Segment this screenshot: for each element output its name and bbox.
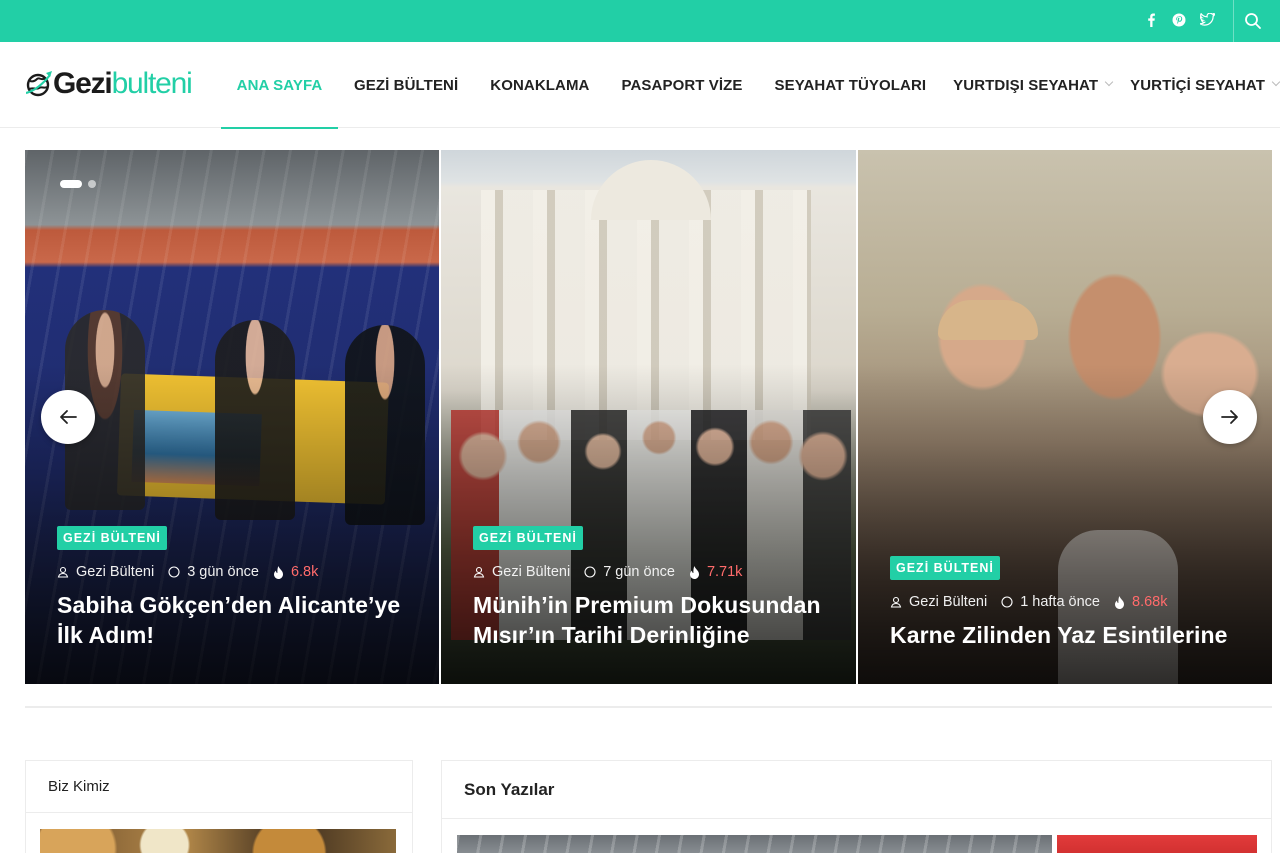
category-badge[interactable]: GEZİ BÜLTENİ <box>57 526 167 550</box>
pinterest-icon[interactable] <box>1165 13 1193 30</box>
site-header: Gezibulteni ANA SAYFA GEZİ BÜLTENİ KONAK… <box>0 42 1280 129</box>
user-icon <box>57 566 69 578</box>
post-meta: Gezi Bülteni 7 gün önce 7.71k <box>473 564 832 580</box>
nav-item-gezi-bulteni[interactable]: GEZİ BÜLTENİ <box>354 42 458 128</box>
about-widget: Biz Kimiz <box>25 760 413 853</box>
arrow-right-icon <box>1221 410 1238 424</box>
section-divider <box>25 706 1272 708</box>
main-nav: ANA SAYFA GEZİ BÜLTENİ KONAKLAMA PASAPOR… <box>221 42 1280 129</box>
nav-item-konaklama[interactable]: KONAKLAMA <box>490 42 589 128</box>
slider-next-button[interactable] <box>1203 390 1257 444</box>
clock-icon <box>168 566 180 578</box>
post-time: 3 gün önce <box>187 564 259 580</box>
arrow-left-icon <box>60 410 77 424</box>
slide-content: GEZİ BÜLTENİ Gezi Bülteni 7 gün önce 7.7… <box>473 526 832 650</box>
slider-dot[interactable] <box>88 180 96 188</box>
widget-title: Biz Kimiz <box>26 761 412 813</box>
slide-card[interactable]: GEZİ BÜLTENİ Gezi Bülteni 7 gün önce 7.7… <box>441 150 856 684</box>
search-icon[interactable] <box>1244 12 1262 30</box>
flame-icon <box>1115 595 1125 609</box>
post-meta: Gezi Bülteni 3 gün önce 6.8k <box>57 564 415 580</box>
slide-title[interactable]: Sabiha Gökçen’den Alicante’ye İlk Adım! <box>57 590 415 650</box>
clock-icon <box>584 566 596 578</box>
widget-title: Son Yazılar <box>442 761 1271 819</box>
about-image <box>40 829 396 853</box>
facebook-icon[interactable] <box>1137 13 1165 30</box>
clock-icon <box>1001 596 1013 608</box>
category-badge[interactable]: GEZİ BÜLTENİ <box>473 526 583 550</box>
nav-item-yurtdisi-seyahat[interactable]: YURTDIŞI SEYAHAT <box>953 42 1114 128</box>
post-time: 1 hafta önce <box>1020 594 1101 610</box>
recent-posts-widget: Son Yazılar <box>441 760 1272 853</box>
slide-content: GEZİ BÜLTENİ Gezi Bülteni 1 hafta önce 8… <box>890 556 1248 650</box>
post-author[interactable]: Gezi Bülteni <box>909 594 987 610</box>
sunhat-graphic <box>938 300 1038 340</box>
featured-slider: GEZİ BÜLTENİ Gezi Bülteni 3 gün önce 6.8… <box>25 150 1272 684</box>
topbar-divider <box>1233 0 1234 42</box>
top-bar <box>0 0 1280 42</box>
twitter-icon[interactable] <box>1193 12 1221 29</box>
category-badge[interactable]: GEZİ BÜLTENİ <box>890 556 1000 580</box>
recent-post-image[interactable] <box>457 835 1052 853</box>
nav-item-yurtici-seyahat[interactable]: YURTİÇİ SEYAHAT <box>1130 42 1280 128</box>
flame-icon <box>689 565 699 579</box>
user-icon <box>473 566 485 578</box>
logo-wordmark: Gezibulteni <box>53 67 193 100</box>
flame-icon <box>273 565 283 579</box>
slider-prev-button[interactable] <box>41 390 95 444</box>
nav-item-seyahat-tuyolari[interactable]: SEYAHAT TÜYOLARI <box>775 42 927 128</box>
post-author[interactable]: Gezi Bülteni <box>492 564 570 580</box>
social-links <box>1137 0 1221 42</box>
globe-plane-icon <box>26 71 52 97</box>
chevron-down-icon <box>1104 77 1114 87</box>
post-views: 8.68k <box>1132 594 1168 610</box>
post-views: 6.8k <box>290 564 319 580</box>
user-icon <box>890 596 902 608</box>
slide-content: GEZİ BÜLTENİ Gezi Bülteni 3 gün önce 6.8… <box>57 526 415 650</box>
nav-item-ana-sayfa[interactable]: ANA SAYFA <box>221 42 338 129</box>
chevron-down-icon <box>1271 77 1280 87</box>
post-meta: Gezi Bülteni 1 hafta önce 8.68k <box>890 594 1248 610</box>
post-time: 7 gün önce <box>603 564 675 580</box>
slider-dot[interactable] <box>60 180 82 188</box>
slide-title[interactable]: Münih’in Premium Dokusundan Mısır’ın Tar… <box>473 590 832 650</box>
post-author[interactable]: Gezi Bülteni <box>76 564 154 580</box>
nav-item-pasaport-vize[interactable]: PASAPORT VİZE <box>622 42 743 128</box>
slide-title[interactable]: Karne Zilinden Yaz Esintilerine <box>890 620 1248 650</box>
recent-post-image[interactable] <box>1057 835 1257 853</box>
site-logo[interactable]: Gezibulteni <box>26 66 193 102</box>
post-views: 7.71k <box>706 564 743 580</box>
slider-dots <box>60 180 96 188</box>
